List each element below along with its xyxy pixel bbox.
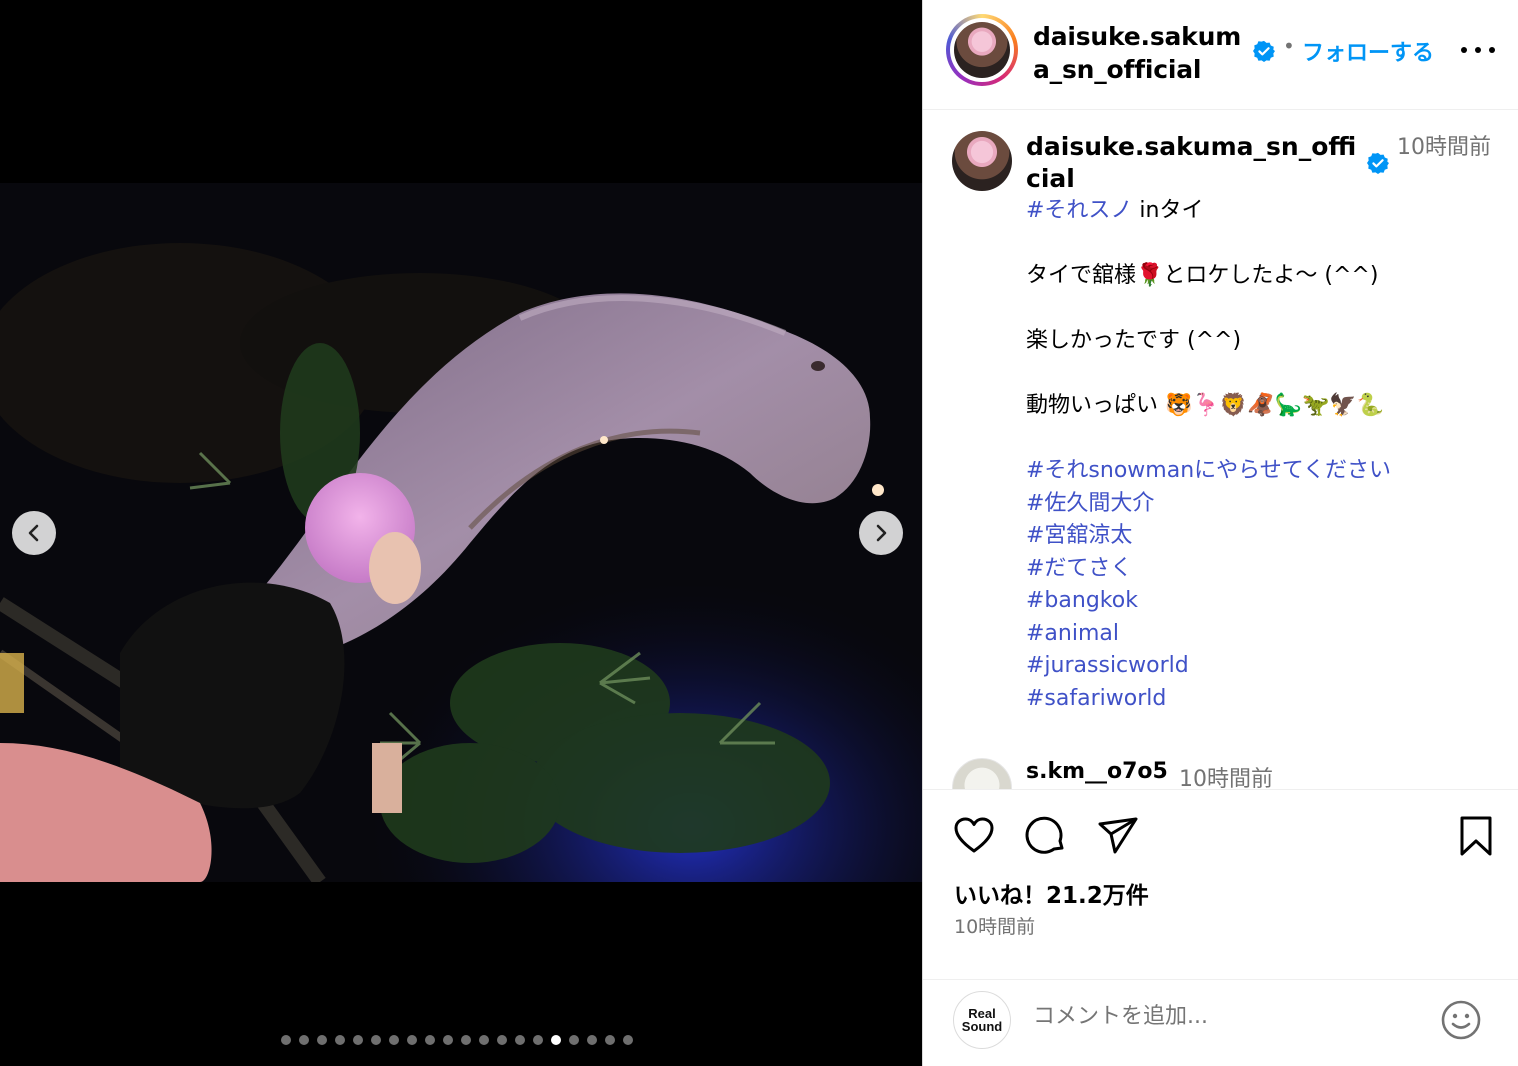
header-username[interactable]: daisuke.sakuma_sn_official (1033, 20, 1253, 86)
caption-line-text: 楽しかったです (^^) (1026, 328, 1242, 353)
caption-line (1026, 423, 1496, 456)
caption-line (1026, 358, 1496, 391)
carousel-dot (443, 1035, 453, 1045)
comments-scroll-area[interactable]: daisuke.sakuma_sn_official 10時間前 #それスノ i… (923, 111, 1518, 789)
caption-line: #bangkok (1026, 585, 1496, 618)
like-button[interactable] (952, 814, 996, 858)
caption-line: #宮舘涼太 (1026, 520, 1496, 553)
carousel-dot (353, 1035, 363, 1045)
hashtag-link[interactable]: #佐久間大介 (1026, 491, 1154, 516)
hashtag-link[interactable]: #animal (1026, 621, 1119, 646)
carousel-dot (299, 1035, 309, 1045)
caption-text: #それスノ inタイタイで舘様🌹とロケしたよ〜 (^^) 楽しかったです (^^)… (1026, 195, 1496, 715)
caption-line: #jurassicworld (1026, 650, 1496, 683)
carousel-dot (281, 1035, 291, 1045)
post-photo[interactable] (0, 183, 922, 882)
add-comment-bar: Real Sound (923, 979, 1518, 1066)
chevron-left-icon (28, 524, 39, 542)
paper-plane-icon (1098, 817, 1138, 854)
verified-badge-icon (1367, 152, 1389, 174)
caption-line (1026, 293, 1496, 326)
instagram-post-modal: daisuke.sakuma_sn_official • フォローする dais… (0, 0, 1518, 1066)
media-pane (0, 0, 922, 1066)
likes-count[interactable]: いいね！21.2万件 (954, 876, 1149, 910)
post-header: daisuke.sakuma_sn_official • フォローする (923, 0, 1518, 110)
hashtag-link[interactable]: #だてさく (1026, 556, 1132, 581)
add-comment-input[interactable] (1033, 1004, 1413, 1029)
comment-button[interactable] (1024, 814, 1068, 858)
share-button[interactable] (1096, 814, 1140, 858)
carousel-dot (533, 1035, 543, 1045)
hashtag-link[interactable]: #宮舘涼太 (1026, 523, 1132, 548)
hashtag-link[interactable]: #jurassicworld (1026, 653, 1189, 678)
caption-line: #佐久間大介 (1026, 488, 1496, 521)
story-ring-avatar[interactable] (946, 14, 1018, 86)
carousel-dot (461, 1035, 471, 1045)
carousel-dot (335, 1035, 345, 1045)
carousel-dot (389, 1035, 399, 1045)
carousel-dot (497, 1035, 507, 1045)
previous-image-button[interactable] (12, 511, 56, 555)
post-timestamp[interactable]: 10時間前 (954, 912, 1035, 939)
comment-bubble-icon (1025, 816, 1064, 854)
avatar (954, 22, 1010, 78)
caption-line: #animal (1026, 618, 1496, 651)
caption-line: タイで舘様🌹とロケしたよ〜 (^^) (1026, 260, 1496, 293)
heart-icon (954, 817, 994, 853)
caption-line: 動物いっぱい 🐯🦩🦁🦧🦕🦖🦅🐍 (1026, 390, 1496, 423)
carousel-dot (623, 1035, 633, 1045)
carousel-dot (371, 1035, 381, 1045)
carousel-dot (479, 1035, 489, 1045)
comment-timestamp[interactable]: 10時間前 (1179, 761, 1273, 789)
caption-line: 楽しかったです (^^) (1026, 325, 1496, 358)
carousel-indicator (281, 1035, 633, 1045)
carousel-dot (407, 1035, 417, 1045)
commenter-username[interactable]: s.km__o7o5 (1026, 759, 1168, 784)
hashtag-link[interactable]: #それsnowmanにやらせてください (1026, 458, 1391, 483)
carousel-dot (587, 1035, 597, 1045)
hashtag-link[interactable]: #bangkok (1026, 588, 1138, 613)
hashtag-link[interactable]: #safariworld (1026, 686, 1166, 711)
caption-avatar[interactable] (952, 131, 1012, 191)
carousel-dot (569, 1035, 579, 1045)
verified-badge-icon (1253, 40, 1275, 62)
caption-line (1026, 228, 1496, 261)
caption-line-text: タイで舘様🌹とロケしたよ〜 (^^) (1026, 263, 1379, 288)
caption-line: #safariworld (1026, 683, 1496, 716)
post-side-panel: daisuke.sakuma_sn_official • フォローする dais… (922, 0, 1518, 1066)
carousel-dot (605, 1035, 615, 1045)
caption-line: #それsnowmanにやらせてください (1026, 455, 1496, 488)
carousel-dot (515, 1035, 525, 1045)
caption-line-text: 動物いっぱい 🐯🦩🦁🦧🦕🦖🦅🐍 (1026, 393, 1385, 418)
emoji-smiley-icon[interactable] (1440, 999, 1482, 1041)
caption-line: #だてさく (1026, 553, 1496, 586)
commenter-avatar[interactable] (952, 758, 1012, 789)
caption-line-text: inタイ (1132, 198, 1204, 223)
hashtag-link[interactable]: #それスノ (1026, 198, 1132, 223)
caption-line: #それスノ inタイ (1026, 195, 1496, 228)
more-options-icon[interactable] (1461, 36, 1495, 64)
next-image-button[interactable] (859, 511, 903, 555)
dinosaur-scene (0, 183, 922, 882)
post-actions: いいね！21.2万件 10時間前 (923, 789, 1518, 979)
caption-timestamp[interactable]: 10時間前 (1397, 131, 1497, 164)
header-separator: • (1283, 34, 1295, 58)
chevron-right-icon (876, 524, 887, 542)
follow-button[interactable]: フォローする (1302, 35, 1434, 67)
caption-username[interactable]: daisuke.sakuma_sn_official (1026, 131, 1362, 195)
carousel-dot (425, 1035, 435, 1045)
current-user-avatar: Real Sound (953, 991, 1011, 1049)
carousel-dot (551, 1035, 561, 1045)
bookmark-icon (1460, 816, 1492, 856)
save-button[interactable] (1454, 814, 1498, 858)
carousel-dot (317, 1035, 327, 1045)
